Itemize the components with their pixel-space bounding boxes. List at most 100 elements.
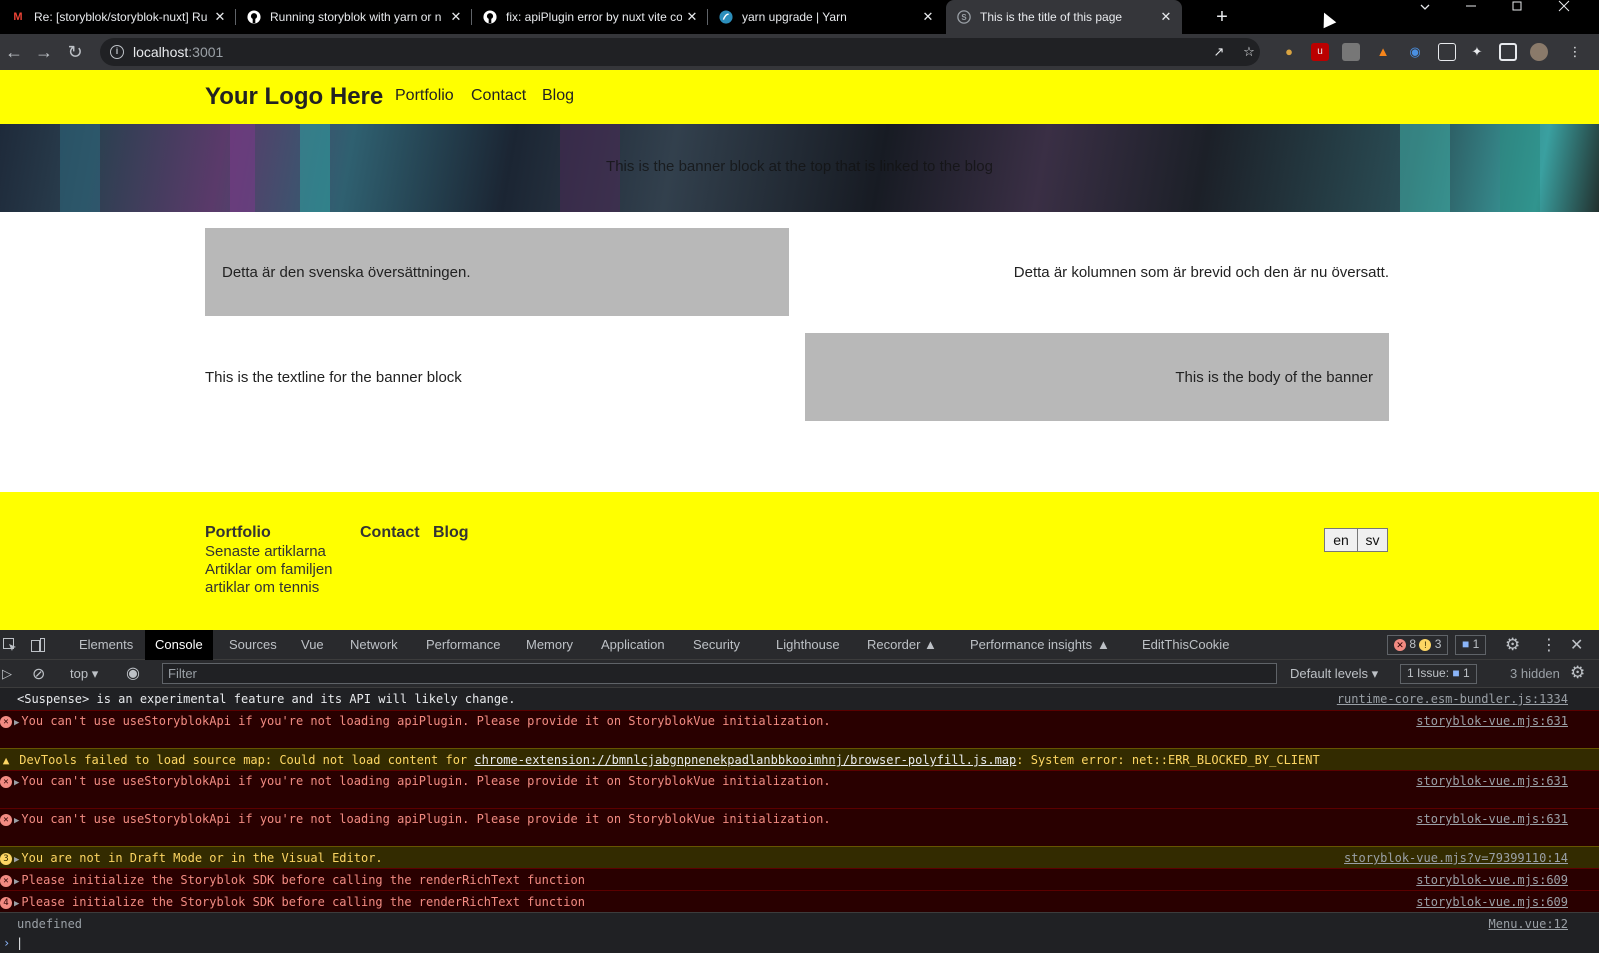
back-icon[interactable]: ←: [2, 40, 26, 64]
nav-blog[interactable]: Blog: [542, 87, 574, 105]
share-icon[interactable]: ↗: [1210, 43, 1228, 61]
tab-close-icon[interactable]: ✕: [1156, 9, 1176, 25]
console-row-error[interactable]: ✕ ▶ Please initialize the Storyblok SDK be…: [0, 868, 1599, 890]
grid-cell-banner-body: This is the body of the banner: [805, 333, 1389, 421]
source-map-link[interactable]: chrome-extension://bmnlcjabgnpnenekpadla…: [474, 753, 1016, 767]
minimize-icon[interactable]: [1448, 0, 1494, 34]
tab-performance-insights[interactable]: Performance insights: [960, 630, 1102, 660]
tab-application[interactable]: Application: [591, 630, 675, 660]
metamask-extension-icon[interactable]: ▲: [1374, 43, 1392, 61]
tab-security[interactable]: Security: [683, 630, 750, 660]
reload-icon[interactable]: ↻: [63, 40, 87, 64]
footer-link[interactable]: artiklar om tennis: [205, 579, 319, 596]
browser-tab[interactable]: fix: apiPlugin error by nuxt vite co ✕: [472, 0, 708, 34]
avatar[interactable]: [1530, 43, 1548, 61]
console-prompt[interactable]: › |: [0, 934, 1599, 953]
browser-tab[interactable]: Running storyblok with yarn or n ✕: [236, 0, 472, 34]
tab-close-icon[interactable]: ✕: [210, 9, 230, 25]
lang-en-button[interactable]: en: [1324, 528, 1358, 552]
tab-recorder[interactable]: Recorder: [857, 630, 930, 660]
console-source-link[interactable]: storyblok-vue.mjs:609: [1416, 891, 1568, 913]
console-row-error[interactable]: ✕ ▶ You can't use useStoryblokApi if you'r…: [0, 710, 1599, 748]
nav-contact[interactable]: Contact: [471, 87, 526, 105]
console-row-warning[interactable]: ▲ DevTools failed to load source map: Co…: [0, 748, 1599, 770]
log-levels-dropdown[interactable]: Default levels ▾: [1290, 666, 1378, 682]
live-expression-eye-icon[interactable]: ◉: [126, 663, 140, 683]
tab-network[interactable]: Network: [340, 630, 408, 660]
footer-portfolio[interactable]: Portfolio: [205, 524, 271, 542]
inspect-element-icon[interactable]: [2, 637, 18, 653]
console-source-link[interactable]: storyblok-vue.mjs?v=79399110:14: [1344, 847, 1568, 869]
new-tab-button[interactable]: +: [1210, 5, 1234, 29]
expand-triangle-icon[interactable]: ▶: [14, 811, 19, 831]
tab-vue[interactable]: Vue: [291, 630, 334, 660]
site-info-icon[interactable]: i: [110, 45, 124, 59]
grid-cell-text: Detta är kolumnen som är brevid och den …: [1013, 263, 1389, 281]
nav-portfolio[interactable]: Portfolio: [395, 87, 454, 105]
more-menu-icon[interactable]: ⋮: [1566, 43, 1584, 61]
extensions-puzzle-icon[interactable]: ✦: [1468, 43, 1486, 61]
sidebar-toggle-icon[interactable]: ▷: [2, 666, 12, 682]
console-source-link[interactable]: storyblok-vue.mjs:631: [1416, 711, 1568, 731]
console-source-link[interactable]: Menu.vue:12: [1489, 913, 1568, 935]
console-row-error[interactable]: ✕ ▶ You can't use useStoryblokApi if you'r…: [0, 770, 1599, 808]
console-source-link[interactable]: storyblok-vue.mjs:609: [1416, 869, 1568, 891]
console-row-error[interactable]: 4 ▶ Please initialize the Storyblok SDK be…: [0, 890, 1599, 912]
site-logo[interactable]: Your Logo Here: [205, 83, 383, 111]
expand-triangle-icon[interactable]: ▶: [14, 713, 19, 733]
context-selector[interactable]: top ▾: [70, 666, 98, 682]
maximize-icon[interactable]: [1494, 0, 1540, 34]
tab-editthiscookie[interactable]: EditThisCookie: [1132, 630, 1239, 660]
tab-memory[interactable]: Memory: [516, 630, 583, 660]
address-bar[interactable]: i localhost:3001: [100, 38, 1260, 66]
forward-icon[interactable]: →: [32, 40, 56, 64]
footer-link[interactable]: Artiklar om familjen: [205, 561, 333, 578]
footer-link[interactable]: Senaste artiklarna: [205, 543, 326, 560]
close-window-icon[interactable]: [1541, 0, 1587, 34]
console-filter-input[interactable]: Filter: [162, 663, 1277, 684]
bookmark-star-icon[interactable]: ☆: [1240, 43, 1258, 61]
more-options-icon[interactable]: ⋮: [1541, 635, 1557, 655]
settings-gear-icon[interactable]: ⚙: [1505, 635, 1520, 655]
tab-performance[interactable]: Performance: [416, 630, 510, 660]
tab-search-icon[interactable]: [1402, 0, 1448, 34]
browser-tab-active[interactable]: S This is the title of this page ✕: [946, 0, 1182, 34]
console-source-link[interactable]: runtime-core.esm-bundler.js:1334: [1337, 688, 1568, 710]
tab-lighthouse[interactable]: Lighthouse: [766, 630, 850, 660]
lang-sv-button[interactable]: sv: [1357, 528, 1388, 552]
side-panel-icon[interactable]: [1499, 43, 1517, 61]
tab-console[interactable]: Console: [145, 630, 213, 660]
device-toolbar-icon[interactable]: [30, 637, 46, 653]
console-source-link[interactable]: storyblok-vue.mjs:631: [1416, 771, 1568, 791]
issue-message-icon: ■: [1452, 666, 1460, 680]
browser-tab[interactable]: yarn upgrade | Yarn ✕: [708, 0, 944, 34]
expand-triangle-icon[interactable]: ▶: [14, 773, 19, 793]
close-devtools-icon[interactable]: ✕: [1570, 635, 1583, 655]
error-warning-counter[interactable]: ✕ 8 ! 3: [1387, 635, 1449, 655]
github-icon: [246, 9, 262, 25]
cookie-extension-icon[interactable]: ●: [1280, 43, 1298, 61]
clear-console-icon[interactable]: ⊘: [32, 664, 45, 684]
extension-icon[interactable]: ◉: [1406, 43, 1424, 61]
console-settings-gear-icon[interactable]: ⚙: [1570, 663, 1585, 683]
console-row-error[interactable]: ✕ ▶ You can't use useStoryblokApi if you'r…: [0, 808, 1599, 846]
console-row[interactable]: undefined Menu.vue:12: [0, 912, 1599, 934]
extension-icon[interactable]: [1438, 43, 1456, 61]
tab-close-icon[interactable]: ✕: [446, 9, 466, 25]
console-source-link[interactable]: storyblok-vue.mjs:631: [1416, 809, 1568, 829]
tab-sources[interactable]: Sources: [219, 630, 287, 660]
issues-button[interactable]: 1 Issue: ■ 1: [1400, 664, 1477, 684]
console-row-warning[interactable]: 3 ▶ You are not in Draft Mode or in the Vi…: [0, 846, 1599, 868]
message-counter[interactable]: ■ 1: [1455, 635, 1487, 655]
tab-close-icon[interactable]: ✕: [682, 9, 702, 25]
tab-close-icon[interactable]: ✕: [918, 9, 938, 25]
footer-blog[interactable]: Blog: [433, 524, 469, 542]
console-row[interactable]: <Suspense> is an experimental feature an…: [0, 688, 1599, 710]
prompt-caret: |: [16, 936, 24, 950]
extension-icon[interactable]: [1342, 43, 1360, 61]
browser-tab[interactable]: M Re: [storyblok/storyblok-nuxt] Ru ✕: [0, 0, 236, 34]
console-filter-bar: ▷ ⊘ top ▾ ◉ Filter Default levels ▾ 1 Is…: [0, 660, 1599, 688]
footer-contact[interactable]: Contact: [360, 524, 420, 542]
tab-elements[interactable]: Elements: [69, 630, 143, 660]
ublock-extension-icon[interactable]: u: [1311, 43, 1329, 61]
